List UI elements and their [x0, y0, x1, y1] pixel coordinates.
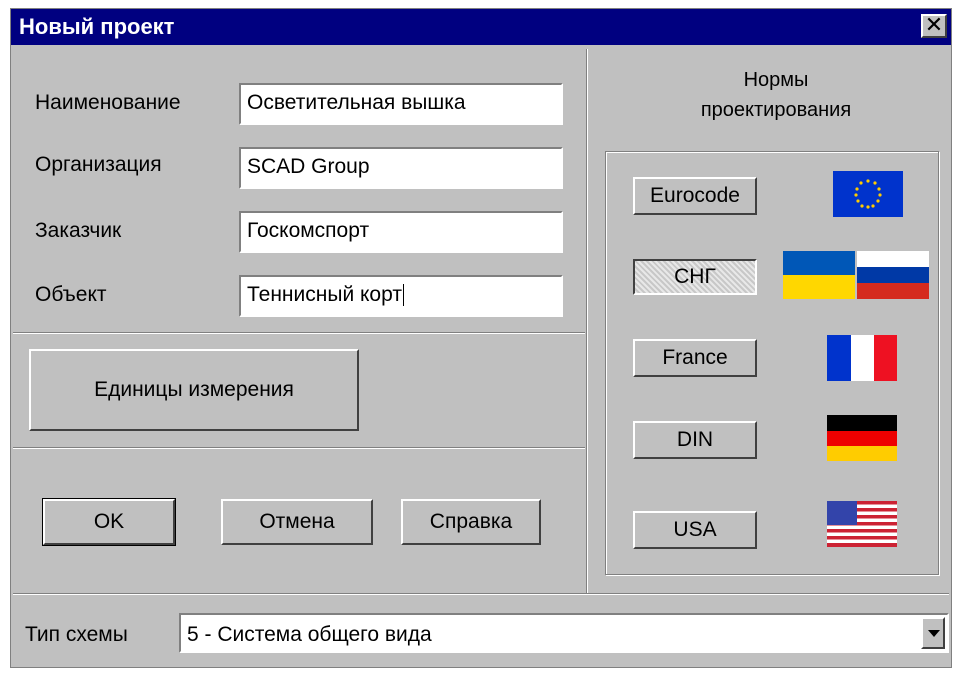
name-value: Осветительная вышка: [247, 91, 466, 114]
object-value: Теннисный корт: [247, 283, 402, 306]
norm-label-din: DIN: [676, 428, 714, 451]
ok-button[interactable]: OK: [42, 498, 176, 546]
germany-flag-icon: [827, 415, 897, 461]
norms-title-line1: Нормы: [743, 69, 809, 91]
cancel-button-label: Отмена: [259, 510, 335, 533]
org-value: SCAD Group: [247, 155, 370, 178]
help-button-label: Справка: [429, 510, 513, 533]
separator: [13, 447, 585, 449]
norm-button-din[interactable]: DIN: [633, 421, 757, 459]
separator: [13, 593, 949, 595]
title-bar[interactable]: Новый проект ✕: [11, 9, 951, 45]
org-field[interactable]: SCAD Group: [239, 147, 563, 189]
norms-title-line2: проектирования: [700, 99, 852, 121]
window-title: Новый проект: [19, 14, 175, 39]
norm-button-france[interactable]: France: [633, 339, 757, 377]
help-button[interactable]: Справка: [401, 499, 541, 545]
close-button[interactable]: ✕: [921, 14, 947, 38]
norms-heading: Нормы проектирования: [611, 65, 941, 125]
ok-button-label: OK: [93, 510, 125, 533]
france-flag-icon: [827, 335, 897, 381]
norm-button-cis[interactable]: СНГ: [633, 259, 757, 295]
scheme-type-label: Тип схемы: [25, 623, 128, 646]
ukraine-russia-flags-icon: [783, 251, 929, 299]
text-caret: [402, 284, 404, 307]
norm-label-eurocode: Eurocode: [650, 184, 740, 207]
customer-label: Заказчик: [35, 219, 122, 242]
cancel-button[interactable]: Отмена: [221, 499, 373, 545]
new-project-dialog: Новый проект ✕ Наименование Осветительна…: [10, 8, 952, 668]
customer-value: Госкомспорт: [247, 219, 370, 242]
close-icon: ✕: [924, 12, 944, 37]
usa-flag-icon: [827, 501, 897, 547]
object-field[interactable]: Теннисный корт: [239, 275, 563, 317]
units-button[interactable]: Единицы измерения: [29, 349, 359, 431]
norm-label-france: France: [662, 346, 728, 369]
dropdown-arrow-icon[interactable]: [921, 617, 945, 649]
name-field[interactable]: Осветительная вышка: [239, 83, 563, 125]
name-label: Наименование: [35, 91, 181, 114]
units-button-label: Единицы измерения: [94, 378, 294, 401]
vertical-separator: [586, 49, 588, 593]
separator: [13, 332, 585, 334]
scheme-type-value: 5 - Система общего вида: [187, 623, 432, 646]
eu-flag-icon: [833, 171, 903, 217]
norm-label-cis: СНГ: [674, 265, 716, 288]
norm-button-eurocode[interactable]: Eurocode: [633, 177, 757, 215]
scheme-type-select[interactable]: 5 - Система общего вида: [179, 613, 949, 653]
norm-label-usa: USA: [673, 518, 717, 541]
object-label: Объект: [35, 283, 107, 306]
norm-button-usa[interactable]: USA: [633, 511, 757, 549]
customer-field[interactable]: Госкомспорт: [239, 211, 563, 253]
org-label: Организация: [35, 153, 162, 176]
